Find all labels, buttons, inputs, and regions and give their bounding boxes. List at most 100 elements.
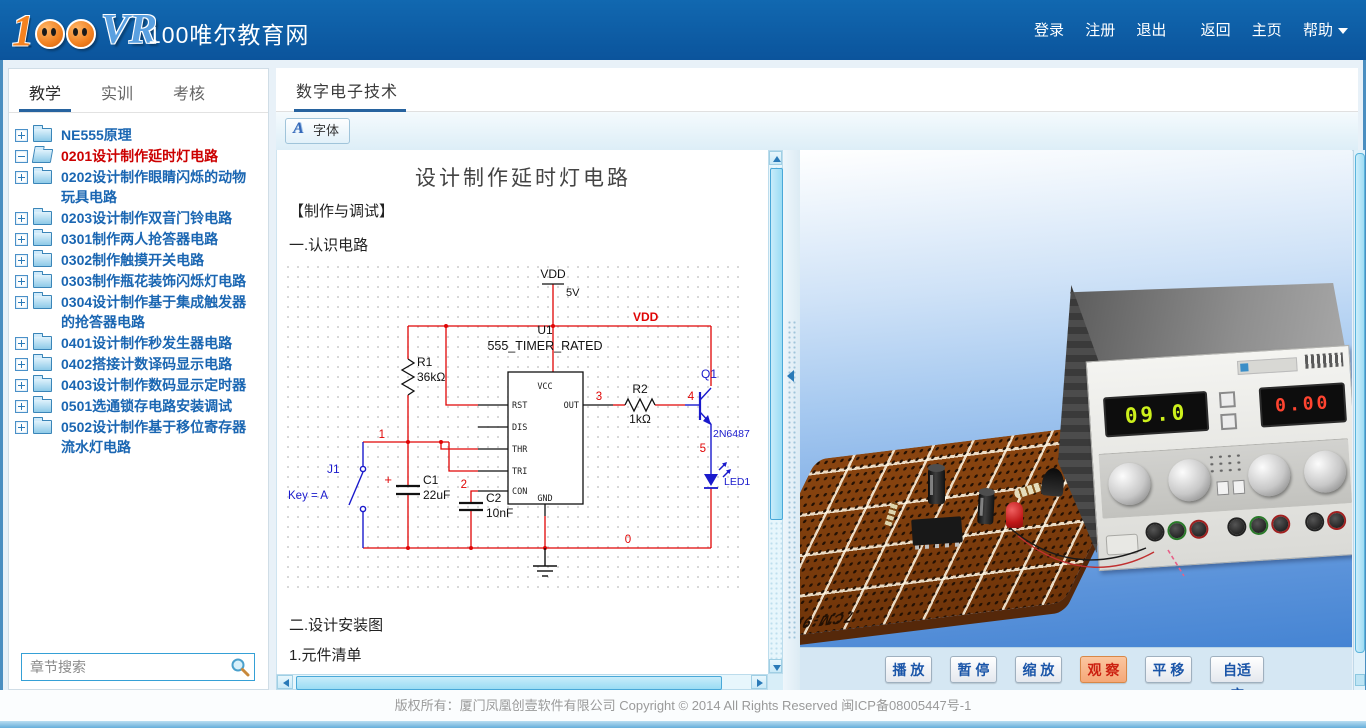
panel-splitter[interactable] [783,150,800,690]
auto-fit-button[interactable]: 自适应 [1210,656,1264,683]
pan-button[interactable]: 平 移 [1145,656,1192,683]
expand-icon[interactable] [15,233,28,246]
tab-teaching[interactable]: 教学 [9,69,81,111]
led-component[interactable] [1006,502,1023,528]
folder-icon [33,253,52,267]
simulation-3d-viewport[interactable]: 7CM-9CM 09.0 0.00 [800,150,1352,647]
nav-home[interactable]: 主页 [1252,22,1282,39]
tree-item[interactable]: 0502设计制作基于移位寄存器流水灯电路 [9,417,264,458]
psu-button[interactable] [1232,480,1245,495]
nav-back[interactable]: 返回 [1201,22,1231,39]
psu-toggle-switch[interactable] [1219,391,1236,408]
search-input[interactable] [21,653,255,681]
tree-item[interactable]: 0403设计制作数码显示定时器 [9,375,264,396]
tree-item[interactable]: 0304设计制作基于集成触发器的抢答器电路 [9,292,264,333]
vertical-scroll-thumb[interactable] [770,168,783,520]
expand-icon[interactable] [15,212,28,225]
tree-item[interactable]: 0501选通锁存电路安装调试 [9,396,264,417]
psu-knob[interactable] [1167,458,1212,503]
viewer-right-scrollbar[interactable] [1353,150,1365,690]
q1-ref: Q1 [701,367,717,381]
folder-icon [33,336,52,350]
scroll-up-button[interactable] [769,151,782,165]
tab-training[interactable]: 实训 [81,69,153,111]
expand-icon[interactable] [15,400,28,413]
folder-icon [33,211,52,225]
doc-vertical-scrollbar[interactable] [768,150,783,674]
capacitor-component[interactable] [977,492,995,525]
tree-item[interactable]: NE555原理 [9,125,264,146]
tree-item[interactable]: 0402搭接计数译码显示电路 [9,354,264,375]
expand-icon[interactable] [15,337,28,350]
tree-item-label: 0201设计制作延时灯电路 [61,148,218,164]
scroll-left-button[interactable] [277,675,293,689]
pin-rst: RST [512,401,527,411]
scroll-right-button[interactable] [751,675,767,689]
psu-terminal-green[interactable] [1251,517,1267,533]
tree-item[interactable]: 0302制作触摸开关电路 [9,250,264,271]
psu-terminal-red[interactable] [1273,516,1289,532]
document-content[interactable]: 设计制作延时灯电路 【制作与调试】 一.认识电路 [277,150,769,674]
nav-logout[interactable]: 退出 [1136,22,1166,39]
expand-icon[interactable] [15,275,28,288]
psu-terminal-black[interactable] [1229,519,1245,535]
capacitor-component[interactable] [928,468,945,504]
expand-icon[interactable] [15,421,28,434]
expand-icon[interactable] [15,254,28,267]
psu-terminal-black[interactable] [1147,524,1163,540]
viewer-control-bar: 播 放 暂 停 缩 放 观 察 平 移 自适应 [800,647,1352,691]
psu-terminal-black[interactable] [1307,514,1323,530]
nav-login[interactable]: 登录 [1034,22,1064,39]
expand-icon[interactable] [15,171,28,184]
site-logo[interactable]: 1VR [12,5,157,55]
tree-item-selected[interactable]: 0201设计制作延时灯电路 [9,146,264,167]
psu-power-button[interactable] [1106,534,1139,556]
expand-icon[interactable] [15,296,28,309]
search-icon[interactable] [230,657,250,677]
tab-assessment[interactable]: 考核 [153,69,225,111]
folder-icon [33,399,52,413]
pin-thr: THR [512,445,528,455]
expand-icon[interactable] [15,129,28,142]
logo-zero-eye-icon [66,19,96,49]
j1-key: Key = A [288,490,328,502]
nav-help[interactable]: 帮助 [1303,22,1333,39]
horizontal-scroll-thumb[interactable] [296,676,722,690]
psu-button[interactable] [1216,481,1229,496]
psu-toggle-switch[interactable] [1220,413,1237,430]
right-scroll-thumb[interactable] [1355,153,1365,653]
observe-button[interactable]: 观 察 [1080,656,1127,683]
folder-icon [33,128,52,142]
psu-terminal-red[interactable] [1191,521,1207,537]
tree-item[interactable]: 0301制作两人抢答器电路 [9,229,264,250]
c2-value: 10nF [486,506,513,520]
psu-terminal-red[interactable] [1329,513,1345,529]
expand-icon[interactable] [15,379,28,392]
expand-icon[interactable] [15,358,28,371]
tree-item[interactable]: 0202设计制作眼睛闪烁的动物玩具电路 [9,167,264,208]
power-supply[interactable]: 09.0 0.00 [1070,275,1352,595]
tree-item[interactable]: 0203设计制作双音门铃电路 [9,208,264,229]
psu-knob[interactable] [1247,453,1292,498]
ic-555-component[interactable] [911,516,963,545]
doc-horizontal-scrollbar[interactable] [276,674,768,690]
psu-terminal-green[interactable] [1169,523,1185,539]
collapse-left-icon[interactable] [787,370,794,382]
collapse-icon[interactable] [15,150,28,163]
nav-register[interactable]: 注册 [1085,22,1115,39]
tree-item[interactable]: 0303制作瓶花装饰闪烁灯电路 [9,271,264,292]
board-size-label: 7CM-9CM [800,609,857,636]
supply-label: VDD [540,267,566,281]
psu-knob-row [1098,438,1352,519]
pause-button[interactable]: 暂 停 [950,656,997,683]
play-button[interactable]: 播 放 [885,656,932,683]
scroll-down-button[interactable] [769,659,782,673]
zoom-button[interactable]: 缩 放 [1015,656,1062,683]
psu-knob[interactable] [1303,449,1348,494]
pin-gnd: GND [537,494,552,504]
tab-digital-electronics[interactable]: 数字电子技术 [296,78,398,102]
font-button[interactable]: A 字体 [285,118,350,144]
tree-item[interactable]: 0401设计制作秒发生器电路 [9,333,264,354]
arrow-down-icon [773,665,781,671]
psu-knob[interactable] [1107,462,1152,507]
